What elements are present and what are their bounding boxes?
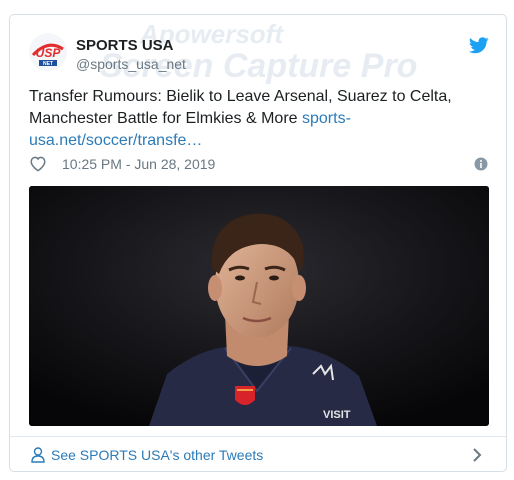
avatar-logo-text: USP xyxy=(36,46,62,60)
tweet-meta: 10:25 PM - Jun 28, 2019 xyxy=(29,155,491,175)
player-photo: VISIT xyxy=(29,186,489,426)
tweet-footer[interactable]: See SPORTS USA's other Tweets xyxy=(10,436,506,471)
tweet-text: Transfer Rumours: Bielik to Leave Arsena… xyxy=(29,86,491,152)
tweet-body: Transfer Rumours: Bielik to Leave Arsena… xyxy=(29,88,452,127)
embedded-tweet-card: Apowersoft Screen Capture Pro USP NET SP… xyxy=(9,14,507,472)
chevron-right-icon[interactable] xyxy=(472,447,482,468)
account-handle[interactable]: @sports_usa_net xyxy=(76,56,186,72)
usp-logo-icon: USP NET xyxy=(29,33,67,71)
info-icon[interactable] xyxy=(474,157,488,176)
twitter-bird-icon[interactable] xyxy=(468,37,489,59)
heart-icon[interactable] xyxy=(29,155,47,177)
account-name[interactable]: SPORTS USA xyxy=(76,37,174,54)
avatar[interactable]: USP NET xyxy=(29,33,67,71)
avatar-logo-subtext: NET xyxy=(43,61,53,67)
shirt-sponsor-text: VISIT xyxy=(323,409,351,421)
tweet-image[interactable]: VISIT xyxy=(29,186,489,426)
other-tweets-link[interactable]: See SPORTS USA's other Tweets xyxy=(51,447,263,463)
user-icon xyxy=(31,447,45,468)
tweet-timestamp[interactable]: 10:25 PM - Jun 28, 2019 xyxy=(62,156,215,172)
